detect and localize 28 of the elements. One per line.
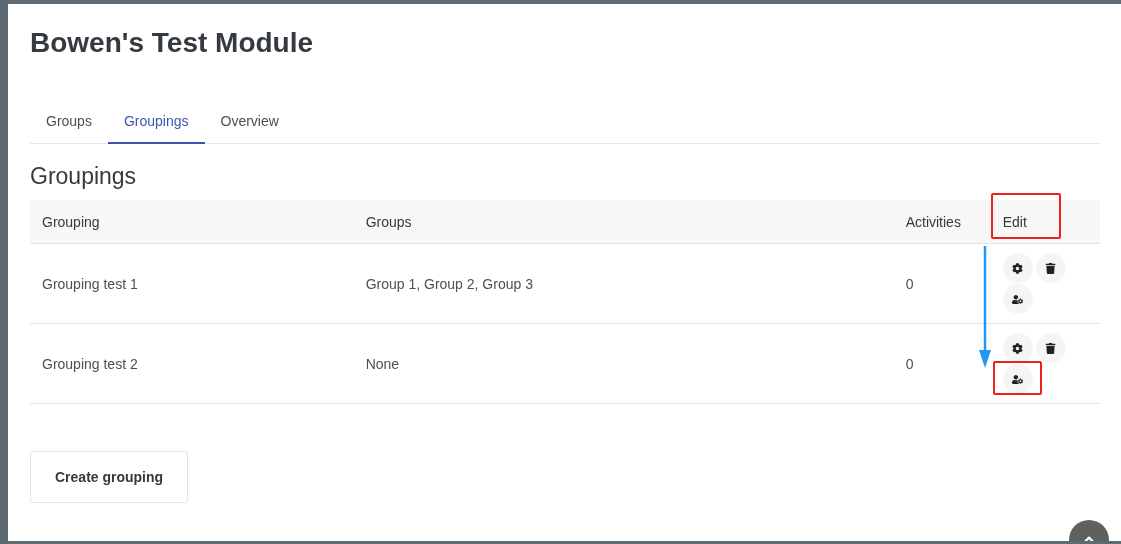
settings-icon — [1012, 342, 1024, 354]
column-header: Activities — [893, 200, 991, 244]
table-cell: Grouping test 2 — [30, 323, 354, 404]
page-title: Bowen's Test Module — [30, 26, 315, 60]
tab[interactable]: Overview — [204, 106, 295, 144]
assign-members-button[interactable] — [1002, 364, 1033, 394]
settings-button[interactable] — [1002, 333, 1033, 363]
create-grouping-button[interactable]: Create grouping — [30, 451, 189, 503]
column-header: Grouping — [30, 200, 354, 244]
settings-button[interactable] — [1002, 253, 1033, 283]
delete-button[interactable] — [1035, 333, 1066, 363]
table-cell: Grouping test 1 — [30, 243, 354, 324]
settings-icon — [1012, 262, 1024, 274]
user-gear-icon — [1012, 373, 1024, 385]
user-gear-icon — [1012, 293, 1024, 305]
tab[interactable]: Groupings — [107, 106, 205, 144]
column-header: Groups — [353, 200, 894, 244]
table-cell: None — [353, 323, 894, 404]
assign-members-button[interactable] — [1002, 284, 1033, 314]
section-title: Groupings — [30, 162, 138, 190]
trash-icon — [1045, 262, 1057, 274]
table-cell: Group 1, Group 2, Group 3 — [353, 243, 894, 324]
delete-button[interactable] — [1035, 253, 1066, 283]
trash-icon — [1045, 342, 1057, 354]
highlight-frame — [992, 361, 1042, 395]
tab[interactable]: Groups — [30, 106, 108, 144]
highlight-frame — [990, 193, 1061, 239]
table-cell: 0 — [893, 243, 991, 324]
